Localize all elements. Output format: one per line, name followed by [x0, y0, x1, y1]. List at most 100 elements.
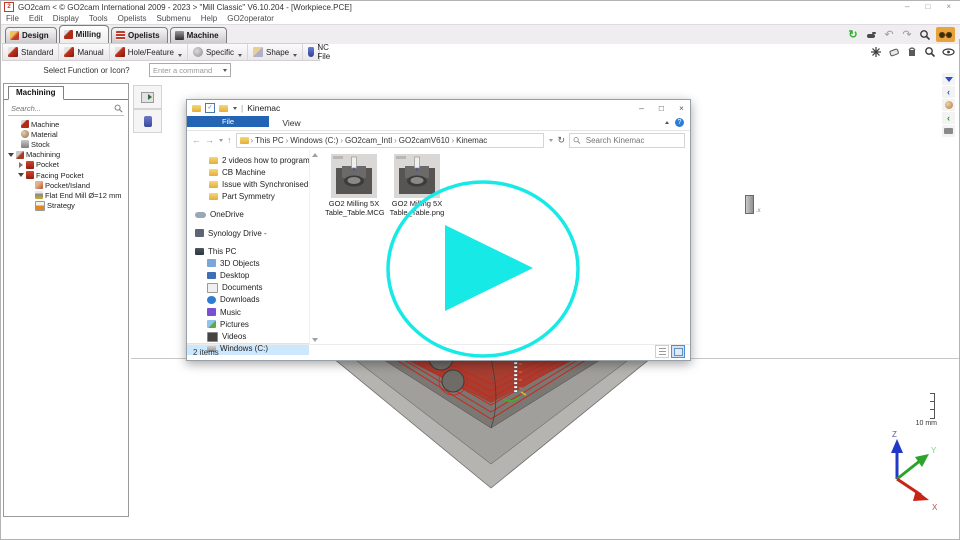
tab-design[interactable]: Design [5, 27, 57, 44]
sidebar-item-music[interactable]: Music [187, 306, 309, 318]
refresh-icon[interactable]: ↻ [557, 135, 565, 146]
tab-view[interactable]: View [272, 116, 310, 130]
sidebar-item-onedrive[interactable]: OneDrive [187, 209, 309, 221]
chevron-down-icon[interactable] [8, 153, 14, 157]
sidebar-item-folder[interactable]: 2 videos how to program a 3X Deb [187, 154, 309, 166]
minimize-button[interactable]: – [639, 103, 644, 113]
sidebar-item-folder[interactable]: Part Symmetry [187, 191, 309, 203]
nc-file-button[interactable]: NC File [303, 44, 339, 60]
verify-button[interactable] [133, 109, 162, 133]
tab-file[interactable]: File [187, 116, 269, 127]
sidebar-item-pictures[interactable]: Pictures [187, 318, 309, 330]
address-dropdown-icon[interactable] [549, 139, 553, 142]
filter-button[interactable] [942, 73, 955, 85]
eye-icon[interactable] [941, 45, 955, 59]
hole-feature-button[interactable]: Hole/Feature [110, 44, 188, 60]
tab-machine[interactable]: Machine [170, 27, 227, 44]
menu-go2operator[interactable]: GO2operator [227, 14, 274, 23]
help-icon[interactable]: ? [675, 118, 684, 127]
close-button[interactable]: × [679, 103, 684, 113]
desktop-icon [207, 272, 216, 279]
collapse-green-button[interactable]: ‹ [942, 112, 955, 124]
menu-edit[interactable]: Edit [29, 14, 43, 23]
up-button[interactable]: ↑ [227, 136, 232, 145]
close-button[interactable]: × [946, 2, 951, 11]
tree-item-pocket-island[interactable]: Pocket/Island [4, 180, 128, 190]
sync-icon[interactable]: ↻ [846, 28, 860, 42]
simulation-button[interactable] [133, 85, 162, 109]
tree-item-material[interactable]: Material [4, 129, 128, 139]
maximize-button[interactable]: □ [925, 2, 930, 11]
tree-item-facing-pocket[interactable]: Facing Pocket [4, 170, 128, 180]
manual-button[interactable]: Manual [59, 44, 109, 60]
command-combobox[interactable]: Enter a command [149, 63, 231, 77]
menu-submenu[interactable]: Submenu [157, 14, 191, 23]
sidebar-item-synology[interactable]: Synology Drive - [187, 227, 309, 239]
breadcrumb-go2cam-intl[interactable]: GO2cam_Intl [345, 136, 392, 145]
breadcrumb-windows-c[interactable]: Windows (C:) [290, 136, 338, 145]
menu-tools[interactable]: Tools [89, 14, 108, 23]
maximize-button[interactable]: □ [659, 103, 664, 113]
breadcrumb-kinemac[interactable]: Kinemac [456, 136, 487, 145]
paint-icon[interactable] [905, 45, 919, 59]
sidebar-scrollbar[interactable] [309, 150, 319, 345]
chevron-down-icon[interactable] [233, 107, 237, 110]
standard-button[interactable]: Standard [3, 44, 59, 60]
sidebar-item-folder[interactable]: Issue with Synchronised Tools [187, 178, 309, 190]
tree-item-pocket[interactable]: Pocket [4, 160, 128, 170]
workpiece-3d-model[interactable] [281, 351, 681, 493]
glasses-button[interactable] [936, 27, 955, 42]
breadcrumb-go2camv610[interactable]: GO2camV610 [399, 136, 450, 145]
undo-icon[interactable]: ↶ [882, 28, 896, 42]
scroll-down-icon[interactable] [312, 338, 318, 342]
machining-panel-tab[interactable]: Machining [8, 86, 64, 100]
chevron-down-icon[interactable] [18, 173, 24, 177]
sidebar-item-folder[interactable]: CB Machine [187, 166, 309, 178]
redo-icon[interactable]: ↷ [900, 28, 914, 42]
camera-button[interactable] [942, 125, 955, 137]
zoom-icon[interactable] [918, 28, 932, 42]
menu-display[interactable]: Display [53, 14, 79, 23]
back-button[interactable]: ← [192, 136, 201, 145]
tree-item-machining[interactable]: Machining [4, 150, 128, 160]
tree-search-input[interactable] [9, 103, 114, 114]
tab-opelists[interactable]: Opelists [111, 27, 168, 44]
specific-button[interactable]: Specific [188, 44, 248, 60]
explorer-search-input[interactable] [584, 135, 681, 146]
sidebar-item-videos[interactable]: Videos [187, 330, 309, 342]
hand-pointer-icon[interactable] [864, 28, 878, 42]
collapse-blue-button[interactable]: ‹ [942, 86, 955, 98]
tree-item-stock[interactable]: Stock [4, 139, 128, 149]
folder-icon [209, 193, 218, 200]
scroll-up-icon[interactable] [312, 153, 318, 157]
thumbnail-view-button[interactable] [671, 345, 685, 358]
history-dropdown-icon[interactable] [219, 139, 223, 142]
expand-ribbon-icon[interactable] [665, 121, 669, 124]
sidebar-item-this-pc[interactable]: This PC [187, 245, 309, 257]
breadcrumb-this-pc[interactable]: This PC [255, 136, 283, 145]
operator-button[interactable] [942, 99, 955, 111]
tree-item-machine[interactable]: Machine [4, 119, 128, 129]
burst-icon[interactable] [869, 45, 883, 59]
sidebar-item-documents[interactable]: Documents [187, 282, 309, 294]
forward-button[interactable]: → [205, 136, 214, 145]
eraser-icon[interactable] [887, 45, 901, 59]
list-view-button[interactable] [655, 345, 669, 358]
sidebar-item-desktop[interactable]: Desktop [187, 270, 309, 282]
video-play-overlay[interactable] [371, 169, 599, 367]
tree-item-strategy[interactable]: Strategy [4, 201, 128, 211]
quick-access-check-icon[interactable]: ✓ [205, 103, 215, 113]
sidebar-item-downloads[interactable]: Downloads [187, 294, 309, 306]
sidebar-item-3d-objects[interactable]: 3D Objects [187, 257, 309, 269]
zoom-plus-icon[interactable] [923, 45, 937, 59]
shape-button[interactable]: Shape [248, 44, 303, 60]
address-box[interactable]: › This PC › Windows (C:) › GO2cam_Intl ›… [236, 133, 545, 148]
minimize-button[interactable]: – [905, 2, 909, 11]
menu-opelists[interactable]: Opelists [118, 14, 147, 23]
menu-file[interactable]: File [6, 14, 19, 23]
tab-milling[interactable]: Milling [59, 25, 109, 44]
explorer-title-bar[interactable]: ✓ | Kinemac [187, 100, 690, 116]
menu-help[interactable]: Help [201, 14, 217, 23]
chevron-right-icon[interactable] [19, 162, 23, 168]
tree-item-end-mill[interactable]: Flat End Mill Ø=12 mm [4, 190, 128, 200]
